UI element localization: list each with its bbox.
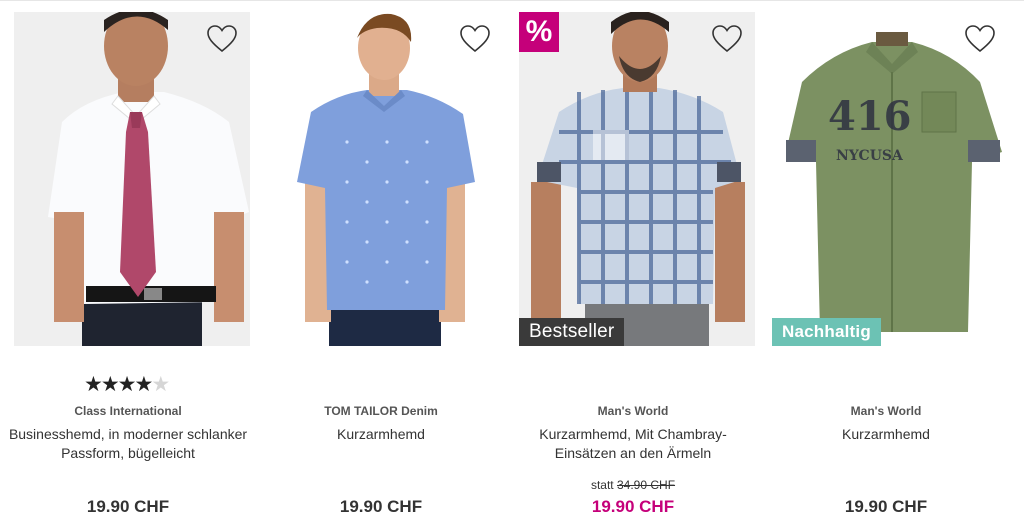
- product-name-line: Kurzarmhemd, Mit Chambray-: [539, 426, 727, 442]
- product-name[interactable]: Kurzarmhemd, Mit Chambray- Einsätzen an …: [507, 425, 759, 463]
- product-name-line: Kurzarmhemd: [337, 426, 425, 442]
- product-name-line: Businesshemd, in moderner schlanker: [8, 426, 248, 442]
- product-name[interactable]: Kurzarmhemd: [760, 425, 1012, 444]
- product-price: 19.90 CHF: [86, 497, 170, 516]
- star-icon: ★: [117, 373, 137, 396]
- rating-stars: ★★★★★: [84, 372, 170, 397]
- product-name[interactable]: Businesshemd, in moderner schlanker Pass…: [2, 425, 254, 463]
- product-price: 19.90 CHF: [339, 497, 423, 516]
- sale-badge: %: [519, 12, 559, 52]
- product-name-line: Einsätzen an den Ärmeln: [554, 445, 712, 461]
- product-brand: Man's World: [597, 404, 669, 418]
- product-price: 19.90 CHF: [844, 497, 928, 516]
- product-grid: ★★★★★ Class International Businesshemd, …: [0, 0, 1024, 528]
- product-name-line: Kurzarmhemd: [842, 426, 930, 442]
- product-brand: Class International: [74, 404, 182, 418]
- star-icon: ★: [100, 373, 120, 396]
- product-price: 19.90 CHF: [591, 497, 675, 516]
- product-image[interactable]: % Bestseller: [519, 12, 755, 346]
- product-image[interactable]: [267, 12, 503, 346]
- heart-icon[interactable]: [964, 24, 996, 54]
- old-price: statt 34.90 CHF: [507, 478, 759, 492]
- old-price-value: 34.90 CHF: [617, 478, 676, 492]
- product-brand: TOM TAILOR Denim: [324, 404, 438, 418]
- product-card[interactable]: 416 NYCUSA Nachhaltig Man's World Kurzar…: [760, 0, 1012, 528]
- product-name[interactable]: Kurzarmhemd: [255, 425, 507, 444]
- heart-icon[interactable]: [711, 24, 743, 54]
- star-icon: ★: [84, 373, 103, 396]
- svg-text:NYCUSA: NYCUSA: [836, 148, 904, 164]
- sustainable-badge: Nachhaltig: [772, 318, 881, 346]
- product-card[interactable]: % Bestseller Man's World Kurzarmhemd, Mi…: [507, 0, 759, 528]
- star-icon: ★: [134, 373, 153, 396]
- star-half-icon: ★: [151, 373, 170, 396]
- product-image[interactable]: 416 NYCUSA Nachhaltig: [772, 12, 1008, 346]
- heart-icon[interactable]: [459, 24, 491, 54]
- product-image[interactable]: [14, 12, 250, 346]
- product-brand: Man's World: [850, 404, 922, 418]
- svg-text:416: 416: [828, 93, 912, 140]
- heart-icon[interactable]: [206, 24, 238, 54]
- product-card[interactable]: TOM TAILOR Denim Kurzarmhemd 19.90 CHF: [255, 0, 507, 528]
- product-card[interactable]: ★★★★★ Class International Businesshemd, …: [2, 0, 254, 528]
- bestseller-badge: Bestseller: [519, 318, 625, 346]
- product-name-line: Passform, bügelleicht: [61, 445, 195, 461]
- old-price-prefix: statt: [590, 478, 614, 492]
